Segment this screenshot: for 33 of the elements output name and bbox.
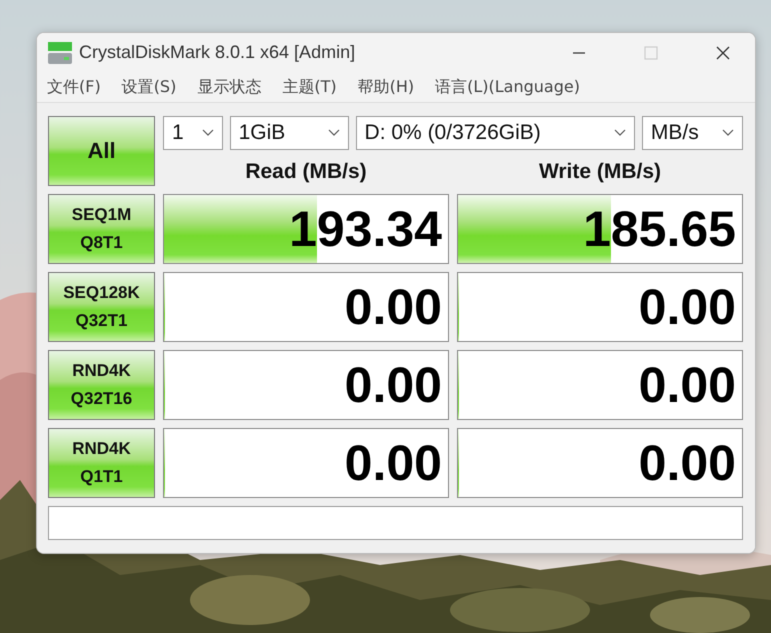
result-cell: 0.00 <box>163 428 449 498</box>
dropdown[interactable]: D: 0% (0/3726GiB) <box>356 116 635 150</box>
chevron-icon <box>722 129 734 137</box>
test-button[interactable]: RND4K Q1T1 <box>48 428 155 498</box>
menu-item[interactable]: 语言(L)(Language) <box>435 76 580 98</box>
dropdown[interactable]: MB/s <box>642 116 743 150</box>
result-cell: 0.00 <box>163 272 449 342</box>
result-cell: 0.00 <box>457 350 743 420</box>
result-cell: 0.00 <box>457 428 743 498</box>
dropdown[interactable]: 1 <box>163 116 223 150</box>
comment-field[interactable] <box>48 506 743 540</box>
column-header: Read (MB/s) <box>244 160 368 184</box>
menu-item[interactable]: 文件(F) <box>47 76 101 98</box>
menu-item[interactable]: 显示状态 <box>197 76 262 98</box>
test-button[interactable]: RND4K Q32T16 <box>48 350 155 420</box>
menu-item[interactable]: 帮助(H) <box>358 76 414 98</box>
chevron-icon <box>328 129 340 137</box>
menu-item[interactable]: 设置(S) <box>122 76 176 98</box>
menu-item[interactable]: 主题(T) <box>282 76 337 98</box>
test-button[interactable]: SEQ1M Q8T1 <box>48 194 155 264</box>
chevron-icon <box>202 129 214 137</box>
chevron-icon <box>614 129 626 137</box>
result-cell: 0.00 <box>457 272 743 342</box>
result-cell: 185.65 <box>457 194 743 264</box>
drive-icon <box>47 40 73 65</box>
result-cell: 0.00 <box>163 350 449 420</box>
test-button[interactable]: SEQ128K Q32T1 <box>48 272 155 342</box>
column-header: Write (MB/s) <box>538 160 662 184</box>
result-cell: 193.34 <box>163 194 449 264</box>
dropdown[interactable]: 1GiB <box>230 116 349 150</box>
close-icon[interactable] <box>715 44 731 61</box>
all-button[interactable]: All <box>48 116 155 186</box>
window-title: CrystalDiskMark 8.0.1 x64 [Admin] <box>79 42 356 64</box>
